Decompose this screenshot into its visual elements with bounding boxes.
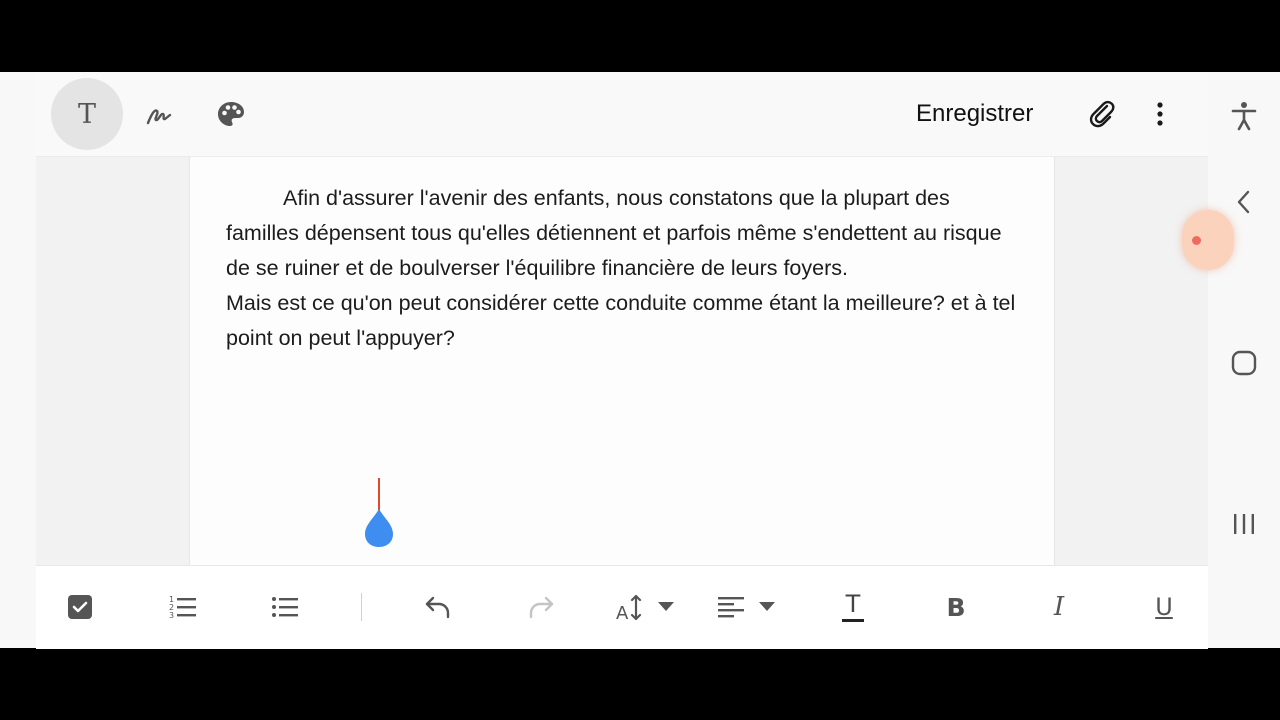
bubble-dot-icon [1192,236,1201,245]
bulleted-list-button[interactable] [265,587,305,627]
bold-icon: B [946,592,966,622]
pen-mode-button[interactable] [123,78,195,150]
text-color-bar [842,619,864,622]
text-color-icon: T [845,590,861,618]
undo-button[interactable] [418,587,458,627]
back-button[interactable] [1224,182,1264,222]
chevron-down-icon [658,602,674,611]
accessibility-icon [1231,102,1257,131]
palette-icon [218,102,244,126]
home-button[interactable] [1224,343,1264,383]
cursor-handle-icon[interactable] [363,507,395,549]
note-canvas: Afin d'assurer l'avenir des enfants, nou… [36,157,1208,565]
floating-bubble-button[interactable] [1182,210,1234,270]
italic-button[interactable]: I [1039,587,1079,627]
svg-text:A: A [616,603,629,622]
screen: T Enregistrer Afin d'assurer l'avenir de… [0,72,1280,649]
text-size-icon: A [616,594,642,622]
attach-button[interactable] [1082,94,1122,134]
paragraph[interactable]: Mais est ce qu'on peut considérer cette … [226,286,1016,356]
svg-text:3: 3 [169,611,174,620]
numbered-list-icon: 1 2 3 [169,595,196,620]
bulleted-list-icon [272,597,298,617]
text-size-button[interactable]: A [611,587,679,627]
back-icon [1237,190,1250,214]
note-body[interactable]: Afin d'assurer l'avenir des enfants, nou… [226,181,1016,356]
numbered-list-button[interactable]: 1 2 3 [163,587,203,627]
checkbox-icon [68,595,92,619]
more-options-button[interactable] [1140,94,1180,134]
underline-icon: U [1155,593,1173,621]
recents-button[interactable] [1224,504,1264,544]
home-icon [1231,350,1257,376]
redo-icon [529,596,554,619]
paragraph[interactable]: Afin d'assurer l'avenir des enfants, nou… [226,181,1016,286]
checkbox-button[interactable] [60,587,100,627]
alignment-button[interactable] [716,587,778,627]
underline-button[interactable]: U [1144,587,1184,627]
redo-button[interactable] [521,587,561,627]
more-vert-icon [1157,102,1163,126]
note-page[interactable]: Afin d'assurer l'avenir des enfants, nou… [189,157,1055,565]
text-icon: T [77,98,96,130]
text-mode-button[interactable]: T [51,78,123,150]
align-left-icon [718,597,744,618]
top-toolbar: T Enregistrer [36,72,1208,157]
paperclip-icon [1089,100,1115,128]
text-color-button[interactable]: T [833,587,873,627]
system-nav-bar [1208,72,1280,648]
palette-mode-button[interactable] [195,78,267,150]
recents-icon [1234,514,1254,534]
chevron-down-icon [759,602,775,611]
toolbar-divider [361,593,362,621]
bold-button[interactable]: B [936,587,976,627]
save-button[interactable]: Enregistrer [916,98,1033,130]
pen-icon [146,109,172,125]
notes-app: T Enregistrer Afin d'assurer l'avenir de… [36,72,1208,649]
undo-icon [425,596,450,619]
accessibility-button[interactable] [1224,96,1264,136]
format-toolbar: 1 2 3 A T B I U [36,565,1208,649]
italic-icon: I [1053,592,1065,622]
